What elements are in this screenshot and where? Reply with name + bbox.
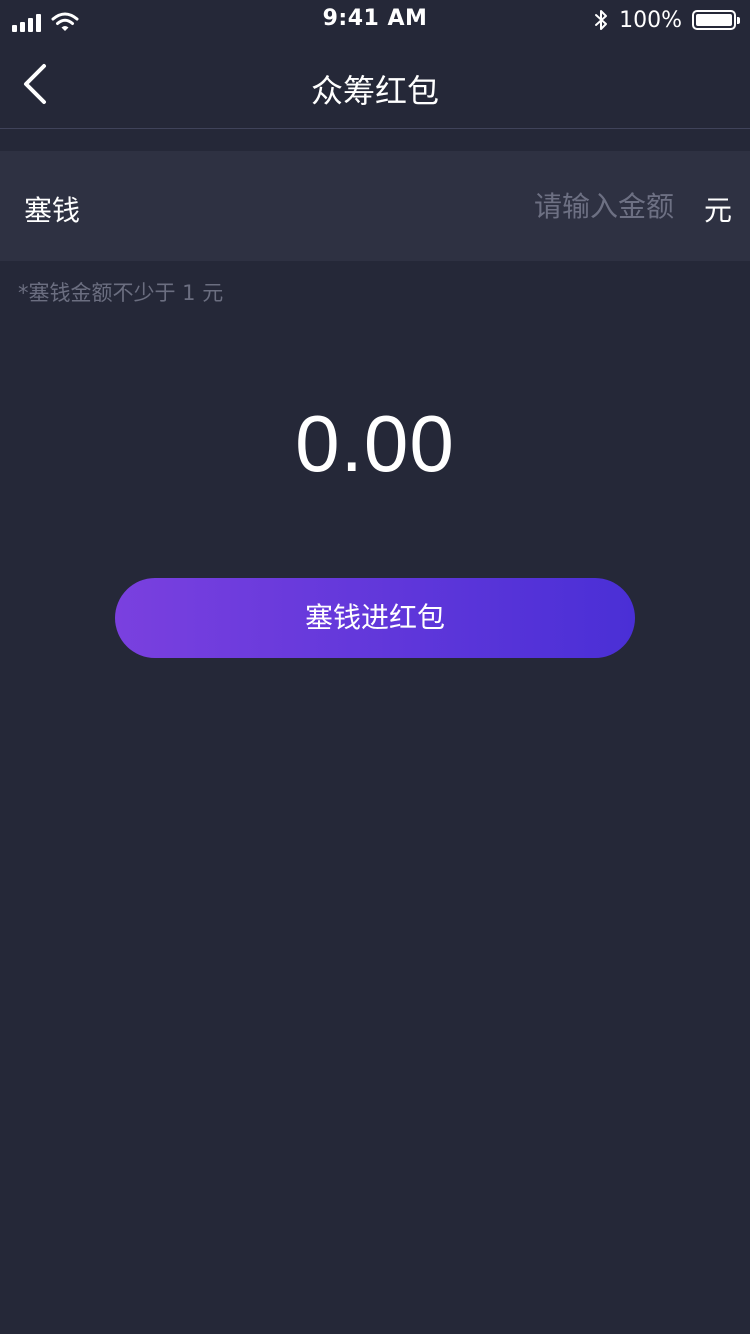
amount-label: 塞钱	[24, 194, 81, 227]
submit-button[interactable]: 塞钱进红包	[115, 578, 635, 658]
battery-fill	[696, 14, 732, 26]
amount-unit: 元	[703, 194, 732, 227]
status-right: 100%	[593, 6, 740, 34]
total-amount: 0.00	[295, 399, 455, 488]
battery-percent: 100%	[619, 7, 682, 33]
amount-row: 塞钱 元	[0, 151, 750, 261]
page-title: 众筹红包	[310, 72, 439, 110]
amount-input[interactable]	[374, 181, 674, 231]
bluetooth-icon	[595, 10, 608, 30]
battery-icon	[692, 10, 740, 30]
status-bar: 9:41 AM 100%	[0, 0, 750, 40]
amount-hint: *塞钱金额不少于 1 元	[18, 281, 224, 305]
nav-bar: 众筹红包	[0, 40, 750, 129]
